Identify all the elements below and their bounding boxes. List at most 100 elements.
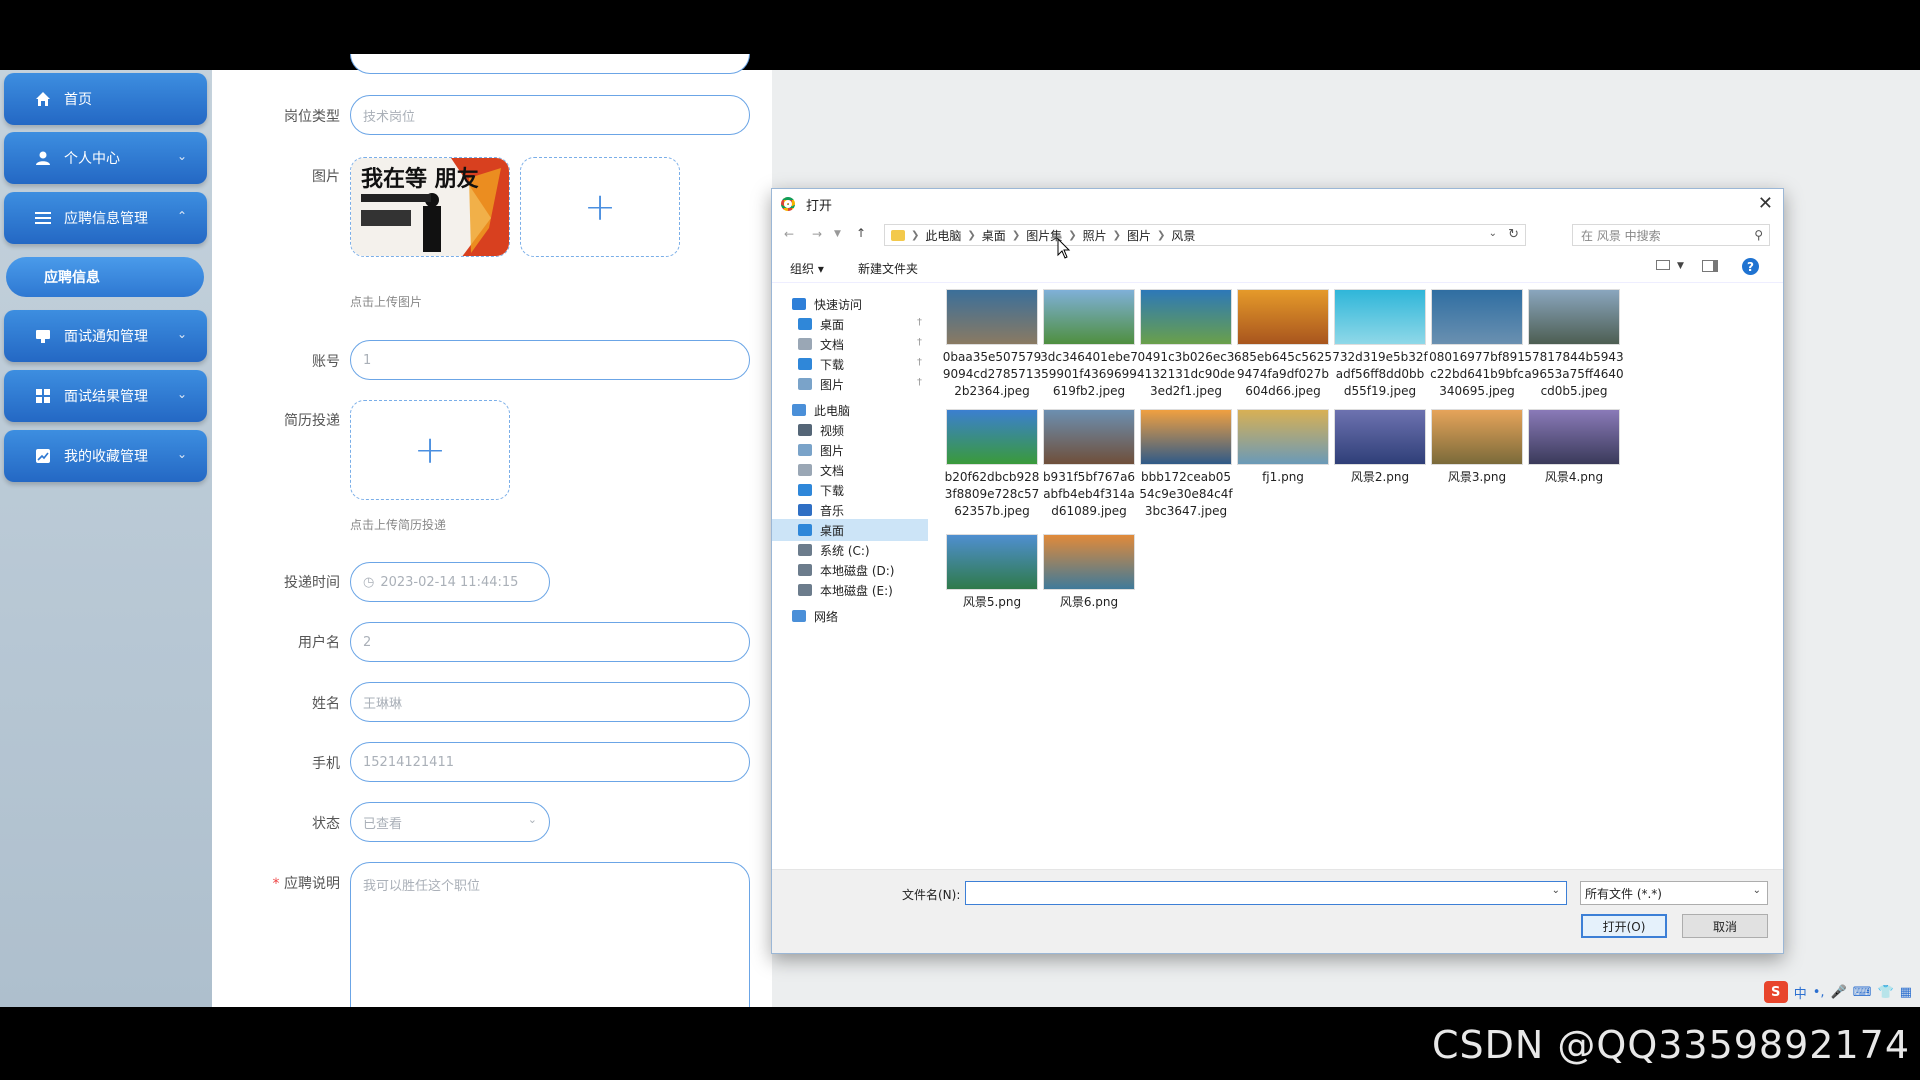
- breadcrumb-item[interactable]: 此电脑: [925, 227, 961, 244]
- file-item[interactable]: 风景4.png: [1522, 409, 1626, 486]
- nav-item[interactable]: 此电脑: [772, 399, 928, 421]
- microphone-icon[interactable]: 🎤: [1831, 985, 1847, 1000]
- forward-arrow-icon[interactable]: →: [812, 227, 822, 241]
- ime-mode-label[interactable]: 中: [1794, 983, 1807, 1002]
- back-arrow-icon[interactable]: ←: [784, 227, 794, 241]
- nav-item[interactable]: 下载 †: [772, 353, 928, 375]
- download-icon: [798, 484, 812, 496]
- breadcrumb-item[interactable]: 桌面: [982, 227, 1006, 244]
- nav-item-label: 下载: [820, 357, 845, 372]
- preview-pane-icon[interactable]: [1702, 260, 1718, 272]
- chevron-down-icon[interactable]: ⌄: [1489, 228, 1497, 239]
- notice-icon: [34, 327, 52, 345]
- sidebar-item-interview-result[interactable]: 面试结果管理 ⌄: [4, 370, 207, 422]
- file-item[interactable]: 0baa35e507579 9094cd2785713 2b2364.jpeg: [940, 289, 1044, 400]
- uploaded-image-thumbnail[interactable]: 我在等 朋友: [350, 157, 510, 257]
- account-field[interactable]: 1: [350, 340, 750, 380]
- file-thumbnail: [1528, 409, 1620, 465]
- new-folder-button[interactable]: 新建文件夹: [858, 260, 918, 277]
- job-type-field[interactable]: 技术岗位: [350, 95, 750, 135]
- file-item[interactable]: 3dc346401ebe7 59901f4369699 619fb2.jpeg: [1037, 289, 1141, 400]
- nav-item[interactable]: 本地磁盘 (E:): [772, 579, 928, 601]
- file-item[interactable]: 732d319e5b32f adf56ff8dd0bb d55f19.jpeg: [1328, 289, 1432, 400]
- music-icon: [798, 504, 812, 516]
- sidebar-item-label: 个人中心: [64, 151, 120, 167]
- chevron-right-icon: ❯: [911, 229, 920, 241]
- file-item[interactable]: 风景3.png: [1425, 409, 1529, 486]
- filename-input[interactable]: ⌄: [965, 881, 1567, 905]
- file-item[interactable]: 08016977bf891 c22bd641b9bfc 340695.jpeg: [1425, 289, 1529, 400]
- description-textarea[interactable]: 我可以胜任这个职位: [350, 862, 750, 1022]
- status-select[interactable]: 已查看 ⌄: [350, 802, 550, 842]
- close-icon[interactable]: ✕: [1758, 193, 1773, 214]
- nav-item[interactable]: 文档 †: [772, 333, 928, 355]
- search-input[interactable]: 在 风景 中搜索 ⚲: [1572, 224, 1770, 246]
- chevron-down-icon: ⌄: [527, 813, 537, 826]
- sogou-ime-icon[interactable]: S: [1763, 981, 1788, 1003]
- file-item[interactable]: 57817844b5943 a9653a75ff4640 cd0b5.jpeg: [1522, 289, 1626, 400]
- file-list: 0baa35e507579 9094cd2785713 2b2364.jpeg 3…: [940, 289, 1780, 819]
- sidebar-item-favorites[interactable]: 我的收藏管理 ⌄: [4, 430, 207, 482]
- file-item[interactable]: bbb172ceab05 54c9e30e84c4f 3bc3647.jpeg: [1134, 409, 1238, 520]
- help-icon[interactable]: ?: [1742, 258, 1759, 275]
- view-options-icon[interactable]: [1656, 260, 1670, 270]
- breadcrumb-item[interactable]: 照片: [1083, 227, 1107, 244]
- file-name: 08016977bf891 c22bd641b9bfc 340695.jpeg: [1429, 350, 1525, 398]
- chevron-down-icon: ⌄: [176, 387, 187, 401]
- recent-dropdown-icon[interactable]: ▼: [834, 229, 841, 239]
- sidebar-item-interview-notice[interactable]: 面试通知管理 ⌄: [4, 310, 207, 362]
- nav-item[interactable]: 视频: [772, 419, 928, 441]
- nav-item[interactable]: 文档: [772, 459, 928, 481]
- phone-field[interactable]: 15214121411: [350, 742, 750, 782]
- cancel-button[interactable]: 取消: [1682, 914, 1768, 938]
- filetype-select[interactable]: 所有文件 (*.*) ⌄: [1580, 881, 1768, 905]
- sidebar-item-personal-center[interactable]: 个人中心 ⌄: [4, 132, 207, 184]
- submit-time-field[interactable]: ◷ 2023-02-14 11:44:15: [350, 562, 550, 602]
- address-bar: ← → ▼ ↑ ❯ 此电脑 ❯ 桌面 ❯ 图片集 ❯ 照片 ❯ 图片 ❯ 风景 …: [772, 219, 1783, 251]
- breadcrumb-item[interactable]: 图片: [1127, 227, 1151, 244]
- nav-item[interactable]: 本地磁盘 (D:): [772, 559, 928, 581]
- file-item[interactable]: 风景2.png: [1328, 409, 1432, 486]
- file-item[interactable]: 685eb645c5625 9474fa9df027b 604d66.jpeg: [1231, 289, 1335, 400]
- nav-item[interactable]: 桌面: [772, 519, 928, 541]
- file-item[interactable]: 0491c3b026ec3 4132131dc90de 3ed2f1.jpeg: [1134, 289, 1238, 400]
- nav-item[interactable]: 图片 †: [772, 373, 928, 395]
- sidebar-item-application-management[interactable]: 应聘信息管理 ⌃: [4, 192, 207, 244]
- open-button[interactable]: 打开(O): [1581, 914, 1667, 938]
- sidebar-item-home[interactable]: 首页: [4, 73, 207, 125]
- desktop-icon: [798, 318, 812, 330]
- nav-item[interactable]: 下载: [772, 479, 928, 501]
- nav-item-label: 视频: [820, 423, 845, 438]
- up-arrow-icon[interactable]: ↑: [856, 226, 866, 240]
- field-label: * 应聘说明: [240, 873, 340, 893]
- breadcrumb-item[interactable]: 风景: [1171, 227, 1195, 244]
- file-name: 3dc346401ebe7 59901f4369699 619fb2.jpeg: [1040, 350, 1138, 398]
- nav-item-label: 图片: [820, 377, 845, 392]
- skin-icon[interactable]: 👕: [1878, 985, 1894, 1000]
- nav-item[interactable]: 音乐: [772, 499, 928, 521]
- name-field[interactable]: 王琳琳: [350, 682, 750, 722]
- punctuation-icon[interactable]: •,: [1813, 985, 1825, 1000]
- chevron-down-icon[interactable]: ⌄: [1552, 885, 1560, 896]
- chevron-down-icon[interactable]: ▼: [1677, 261, 1684, 271]
- file-thumbnail: [1237, 289, 1329, 345]
- submenu-application-info[interactable]: 应聘信息: [6, 257, 204, 297]
- file-item[interactable]: 风景5.png: [940, 534, 1044, 611]
- nav-item[interactable]: 快速访问: [772, 293, 928, 315]
- nav-item[interactable]: 图片: [772, 439, 928, 461]
- file-item[interactable]: b20f62dbcb928 3f8809e728c57 62357b.jpeg: [940, 409, 1044, 520]
- refresh-icon[interactable]: ↻: [1508, 227, 1519, 242]
- file-item[interactable]: b931f5bf767a6 abfb4eb4f314a d61089.jpeg: [1037, 409, 1141, 520]
- sidebar-item-label: 面试通知管理: [64, 329, 148, 345]
- nav-item[interactable]: 网络: [772, 605, 928, 627]
- toolbox-icon[interactable]: ▦: [1900, 985, 1912, 1000]
- nav-item[interactable]: 系统 (C:): [772, 539, 928, 561]
- keyboard-icon[interactable]: ⌨: [1853, 985, 1872, 1000]
- file-item[interactable]: fj1.png: [1231, 409, 1335, 486]
- organize-button[interactable]: 组织 ▾: [790, 260, 824, 277]
- file-item[interactable]: 风景6.png: [1037, 534, 1141, 611]
- resume-upload-button[interactable]: +: [350, 400, 510, 500]
- image-upload-button[interactable]: +: [520, 157, 680, 257]
- username-field[interactable]: 2: [350, 622, 750, 662]
- nav-item[interactable]: 桌面 †: [772, 313, 928, 335]
